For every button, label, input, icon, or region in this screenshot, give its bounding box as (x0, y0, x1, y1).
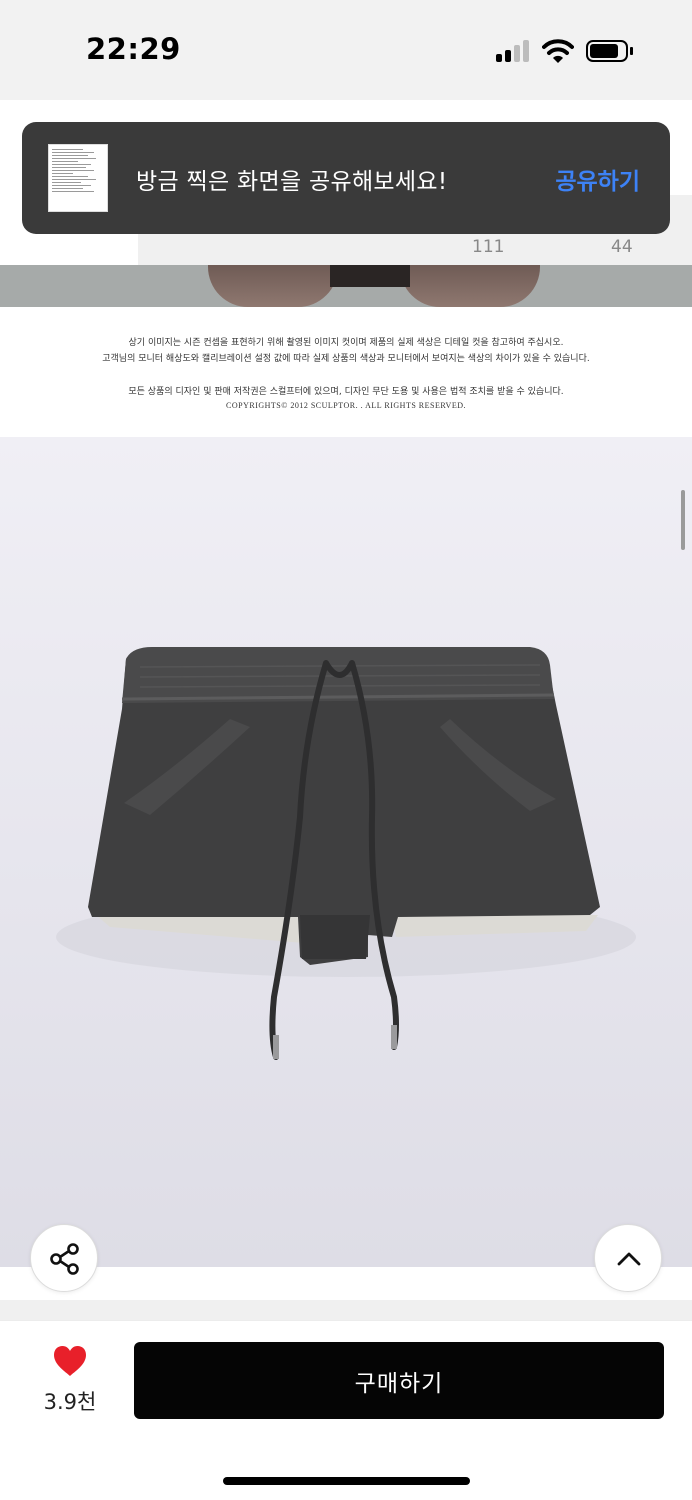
tab-count-review: 111 (472, 237, 505, 257)
share-action-button[interactable]: 공유하기 (555, 162, 640, 196)
section-divider (0, 1300, 692, 1320)
wifi-icon (542, 39, 574, 63)
heart-icon[interactable] (52, 1344, 88, 1378)
shorts-image (56, 647, 636, 1060)
like-count: 3.9천 (43, 1390, 97, 1414)
notice-line: 모든 상품의 디자인 및 판매 저작권은 스컬프터에 있으며, 디자인 무단 도… (128, 387, 564, 397)
signal-icon (496, 40, 532, 62)
battery-icon (586, 40, 634, 62)
scroll-indicator[interactable] (681, 490, 685, 550)
scroll-top-button[interactable] (594, 1224, 662, 1292)
notice-line: 고객님의 모니터 해상도와 캘리브레이션 설정 값에 따라 실제 상품의 색상과… (102, 354, 590, 364)
share-toast: 방금 찍은 화면을 공유해보세요! 공유하기 (22, 122, 670, 234)
toast-message: 방금 찍은 화면을 공유해보세요! (136, 169, 448, 195)
copyright-line: COPYRIGHTS© 2012 SCULPTOR. . ALL RIGHTS … (226, 401, 466, 410)
share-icon (50, 1243, 79, 1275)
share-button[interactable] (30, 1224, 98, 1292)
status-bar: 22:29 (0, 0, 692, 100)
status-time: 22:29 (86, 32, 181, 66)
home-indicator[interactable] (223, 1477, 470, 1485)
chevron-up-icon (617, 1252, 641, 1266)
buy-button[interactable]: 구매하기 (134, 1342, 664, 1419)
product-photo (0, 437, 692, 1267)
copyright-notice: 상기 이미지는 시즌 컨셉을 표현하기 위해 촬영된 이미지 컷이며 제품의 실… (0, 307, 692, 437)
model-image (0, 265, 692, 307)
notice-line: 상기 이미지는 시즌 컨셉을 표현하기 위해 촬영된 이미지 컷이며 제품의 실… (128, 338, 564, 348)
tab-count-qna: 44 (611, 237, 633, 257)
screenshot-thumbnail[interactable] (48, 144, 108, 212)
